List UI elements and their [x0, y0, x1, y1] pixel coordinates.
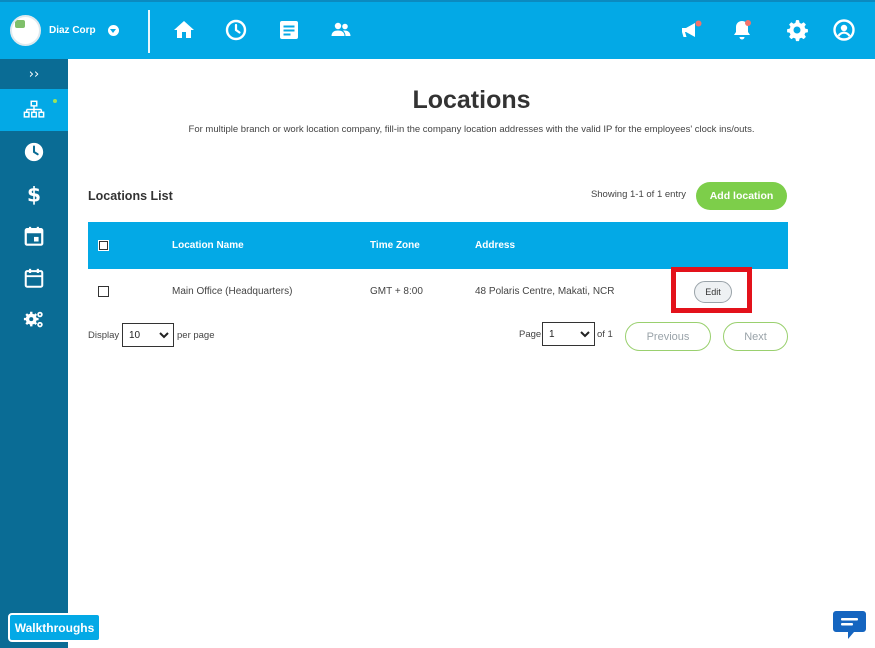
people-icon[interactable] — [327, 16, 355, 44]
add-location-button[interactable]: Add location — [696, 182, 787, 210]
entry-count: Showing 1-1 of 1 entry — [590, 189, 686, 200]
page-value: 1 — [549, 328, 555, 340]
edit-button[interactable]: Edit — [694, 281, 732, 303]
table-header: Location Name Time Zone Address — [88, 222, 788, 269]
per-page-value: 10 — [129, 329, 141, 341]
page-label: Page — [519, 329, 542, 340]
per-page-label: per page — [177, 330, 215, 341]
location-name: Main Office (Headquarters) — [172, 286, 293, 297]
list-title: Locations List — [88, 189, 173, 203]
walkthroughs-button[interactable]: Walkthroughs — [8, 613, 101, 642]
per-page-select[interactable]: 10 — [122, 323, 174, 347]
bell-icon[interactable] — [728, 16, 756, 44]
column-location-name: Location Name — [172, 240, 244, 251]
column-time-zone: Time Zone — [370, 240, 420, 251]
next-button[interactable]: Next — [723, 322, 788, 351]
chevron-down-icon — [580, 331, 590, 338]
active-dot — [53, 99, 57, 103]
org-chart-icon — [23, 100, 45, 118]
previous-button[interactable]: Previous — [625, 322, 711, 351]
dollar-icon: $ — [27, 183, 41, 205]
display-label: Display — [88, 330, 120, 341]
user-icon[interactable] — [830, 16, 858, 44]
select-all-checkbox[interactable] — [98, 240, 109, 251]
top-bar: Diaz Corp — [0, 0, 875, 59]
divider — [148, 10, 150, 53]
sidebar-item-events[interactable] — [0, 215, 68, 257]
sidebar-item-calendar[interactable] — [0, 257, 68, 299]
chevron-down-icon — [159, 332, 169, 339]
row-checkbox[interactable] — [98, 286, 109, 297]
calendar-event-icon — [24, 226, 44, 246]
megaphone-icon[interactable] — [677, 16, 705, 44]
clock-icon[interactable] — [222, 16, 250, 44]
document-icon[interactable] — [275, 16, 303, 44]
gear-icon[interactable] — [783, 16, 811, 44]
sidebar-item-payroll[interactable]: $ — [0, 173, 68, 215]
svg-text:$: $ — [27, 183, 41, 205]
chevron-down-icon[interactable] — [107, 25, 119, 36]
home-icon[interactable] — [170, 16, 198, 44]
page-select[interactable]: 1 — [542, 322, 595, 346]
sidebar-item-settings[interactable] — [0, 299, 68, 341]
sidebar: ›› $ — [0, 59, 68, 648]
company-switcher[interactable]: Diaz Corp — [10, 15, 119, 46]
page-total: of 1 — [597, 329, 613, 340]
column-address: Address — [475, 240, 516, 251]
chat-icon[interactable] — [832, 608, 867, 641]
page-subtitle: For multiple branch or work location com… — [188, 124, 755, 135]
calendar-icon — [24, 268, 44, 288]
clock-icon — [24, 142, 44, 162]
gears-icon — [23, 311, 43, 328]
sidebar-item-time[interactable] — [0, 131, 68, 173]
location-address: 48 Polaris Centre, Makati, NCR — [475, 286, 615, 297]
company-logo — [10, 15, 41, 46]
sidebar-toggle[interactable]: ›› — [0, 59, 68, 89]
location-timezone: GMT + 8:00 — [370, 286, 423, 297]
sidebar-item-locations[interactable] — [0, 89, 68, 131]
page-title: Locations — [412, 86, 531, 114]
company-name: Diaz Corp — [49, 25, 96, 36]
